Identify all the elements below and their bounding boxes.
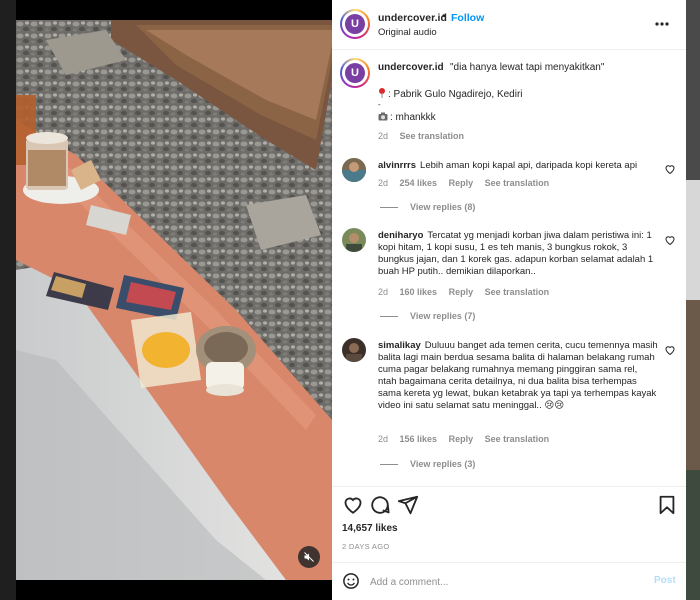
comment-avatar[interactable]: [342, 338, 366, 362]
view-replies-label: View replies (7): [410, 311, 476, 321]
caption-username[interactable]: undercover.id: [378, 62, 444, 73]
comment-username[interactable]: alvinrrrs: [378, 160, 416, 171]
caption-location-line: : Pabrik Gulo Ngadirejo, Kediri: [378, 88, 523, 100]
comment-likes[interactable]: 254 likes: [400, 178, 438, 188]
caption-credit: : mhankkk: [390, 112, 436, 123]
comment-reply-button[interactable]: Reply: [449, 178, 474, 188]
heart-icon[interactable]: [342, 494, 364, 516]
comment-icon[interactable]: [369, 494, 391, 516]
emoji-icon[interactable]: [342, 572, 360, 590]
more-horizontal-icon: [655, 22, 669, 26]
camera-icon: [378, 112, 388, 121]
comment-text: alvinrrrs Lebih aman kopi kapal api, dari…: [378, 160, 658, 172]
caption-credit-line: : mhankkk: [378, 112, 436, 123]
comment-see-translation[interactable]: See translation: [485, 287, 550, 297]
comment-see-translation[interactable]: See translation: [485, 178, 550, 188]
heart-icon[interactable]: [664, 344, 676, 356]
comment-likes[interactable]: 160 likes: [400, 287, 438, 297]
mute-button[interactable]: [298, 546, 320, 568]
follow-button[interactable]: Follow: [451, 12, 484, 24]
comment-time: 2d: [378, 434, 389, 444]
header-separator-dot: •: [442, 11, 446, 22]
pin-icon: [379, 88, 385, 98]
mute-icon: [304, 552, 314, 562]
page-backdrop-left: [0, 0, 16, 600]
replies-divider: [380, 463, 398, 465]
caption-avatar-logo: U: [345, 63, 365, 83]
add-comment-bar: Post: [332, 562, 686, 600]
caption-avatar[interactable]: U: [340, 58, 370, 88]
post-date[interactable]: 2 DAYS AGO: [342, 542, 389, 551]
caption-time: 2d: [378, 131, 389, 141]
bookmark-icon[interactable]: [656, 494, 678, 516]
caption-location: : Pabrik Gulo Ngadirejo, Kediri: [388, 89, 523, 100]
post-sidebar: U undercover.id • Follow Original audio …: [332, 0, 686, 600]
author-username[interactable]: undercover.id: [378, 12, 447, 24]
view-replies-button[interactable]: View replies (7): [380, 311, 475, 321]
heart-icon[interactable]: [664, 163, 676, 175]
share-icon[interactable]: [397, 494, 419, 516]
caption-meta: 2d See translation: [378, 131, 473, 141]
comment-meta: 2d 156 likes Reply See translation: [378, 434, 558, 444]
comment-input[interactable]: [370, 573, 640, 591]
comment-meta: 2d 160 likes Reply See translation: [378, 287, 558, 297]
comment-likes[interactable]: 156 likes: [400, 434, 438, 444]
view-replies-label: View replies (3): [410, 459, 476, 469]
post-media[interactable]: [16, 0, 332, 600]
media-letterbox-top: [16, 0, 332, 20]
comment-body: Lebih aman kopi kapal api, daripada kopi…: [420, 160, 638, 171]
view-replies-button[interactable]: View replies (3): [380, 459, 475, 469]
comment-meta: 2d 254 likes Reply See translation: [378, 178, 558, 188]
comment-text: deniharyo Tercatat yg menjadi korban jiwa…: [378, 230, 658, 278]
video-frame-railway-scene: [16, 20, 332, 580]
likes-count[interactable]: 14,657 likes: [342, 523, 398, 534]
more-options-button[interactable]: [654, 16, 670, 32]
comment-username[interactable]: simalikay: [378, 340, 421, 351]
author-avatar-logo: U: [345, 14, 365, 34]
comment-avatar[interactable]: [342, 158, 366, 182]
comment-text: simalikay Duluuu banget ada temen cerita,…: [378, 340, 658, 412]
post-comment-button[interactable]: Post: [654, 575, 676, 586]
author-avatar[interactable]: U: [340, 9, 370, 39]
view-replies-label: View replies (8): [410, 202, 476, 212]
comment-see-translation[interactable]: See translation: [485, 434, 550, 444]
comment-username[interactable]: deniharyo: [378, 230, 423, 241]
audio-label[interactable]: Original audio: [378, 27, 437, 38]
caption-text: "dia hanya lewat tapi menyakitkan": [450, 62, 605, 73]
post-header: U undercover.id • Follow Original audio: [332, 0, 686, 50]
media-letterbox-bottom: [16, 580, 332, 600]
heart-icon[interactable]: [664, 234, 676, 246]
replies-divider: [380, 315, 398, 317]
view-replies-button[interactable]: View replies (8): [380, 202, 475, 212]
caption-dash: -: [378, 100, 381, 109]
comment-time: 2d: [378, 178, 389, 188]
comment-avatar[interactable]: [342, 228, 366, 252]
comment-reply-button[interactable]: Reply: [449, 434, 474, 444]
page-backdrop-right: [686, 0, 700, 600]
replies-divider: [380, 206, 398, 208]
comment-time: 2d: [378, 287, 389, 297]
caption-see-translation[interactable]: See translation: [400, 131, 465, 141]
comment-reply-button[interactable]: Reply: [449, 287, 474, 297]
